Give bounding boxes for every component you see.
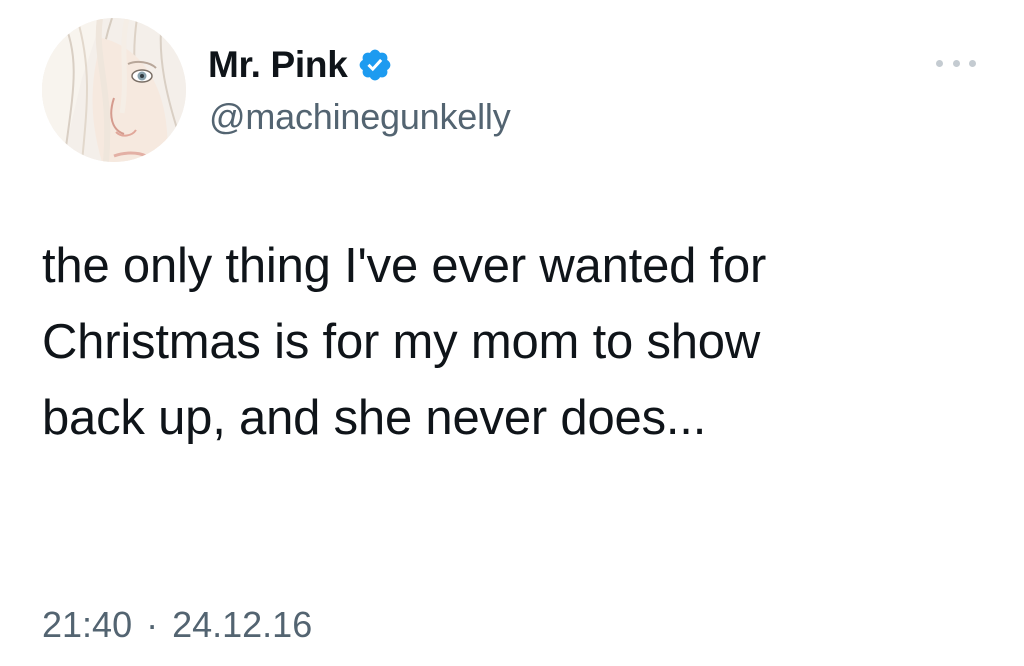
display-name[interactable]: Mr. Pink [208,44,348,86]
name-row: Mr. Pink [208,40,393,90]
meta-separator: · [146,604,159,645]
user-handle[interactable]: @machinegunkelly [209,96,511,138]
tweet-time: 21:40 [42,604,133,645]
tweet-timestamp[interactable]: 21:40 · 24.12.16 [42,604,312,646]
tweet: Mr. Pink @machinegunkelly the only thing… [0,0,1024,666]
more-dot-icon [936,59,943,67]
verified-badge-icon [357,47,393,83]
avatar-image [42,18,186,162]
more-options-button[interactable] [936,48,976,78]
tweet-text-line: the only thing I've ever wanted for [42,239,767,293]
tweet-text-line: Christmas is for my mom to show [42,315,761,369]
more-dot-icon [969,59,976,67]
tweet-text: the only thing I've ever wanted for Chri… [42,228,982,456]
more-dot-icon [952,59,960,67]
tweet-text-line: back up, and she never does... [42,391,707,445]
avatar[interactable] [42,18,186,162]
tweet-date: 24.12.16 [172,604,313,645]
